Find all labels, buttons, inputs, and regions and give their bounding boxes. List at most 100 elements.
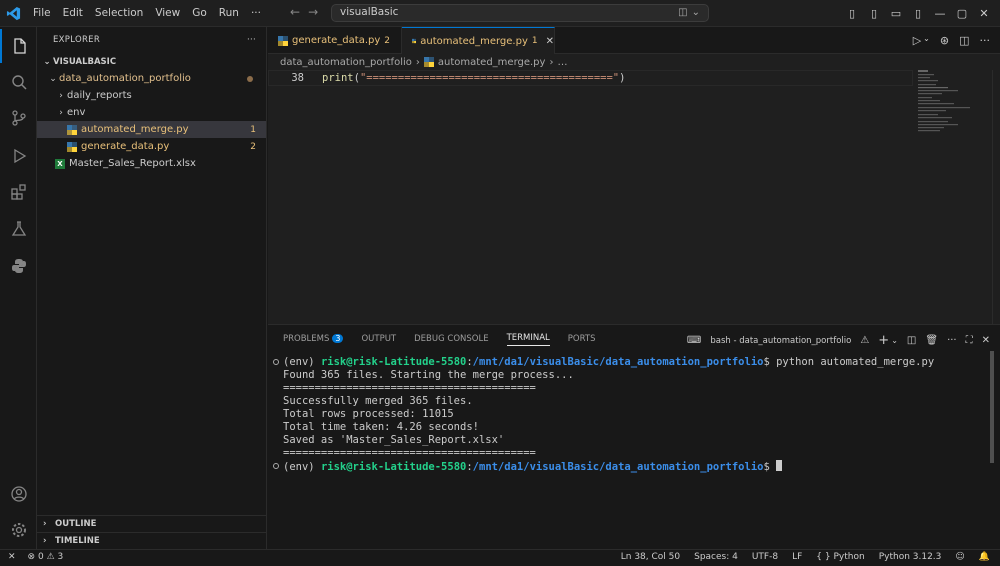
menu-go[interactable]: Go bbox=[186, 7, 213, 19]
chevron-right-icon: › bbox=[43, 536, 47, 546]
terminal-name[interactable]: bash - data_automation_portfolio bbox=[710, 336, 851, 346]
new-terminal-icon[interactable]: + bbox=[878, 333, 889, 348]
breadcrumb-file[interactable]: automated_merge.py bbox=[438, 57, 546, 68]
problems-status[interactable]: ⊗ 0 ⚠ 3 bbox=[28, 552, 64, 562]
command-decoration-icon[interactable] bbox=[273, 463, 279, 469]
command-decoration-icon[interactable] bbox=[273, 359, 279, 365]
terminal-scrollbar[interactable] bbox=[990, 351, 994, 463]
tree-file-master-sales-report[interactable]: X Master_Sales_Report.xlsx bbox=[37, 155, 266, 172]
minimize-icon[interactable]: — bbox=[934, 7, 946, 20]
end-of-line[interactable]: LF bbox=[792, 552, 802, 562]
tree-file-automated-merge[interactable]: automated_merge.py 1 bbox=[37, 121, 266, 138]
warning-icon: ⚠ bbox=[860, 335, 870, 346]
tab-automated-merge[interactable]: automated_merge.py 1 ✕ bbox=[402, 27, 555, 54]
workspace-root[interactable]: ⌄ VISUALBASIC bbox=[37, 53, 266, 70]
terminal-cursor bbox=[776, 460, 783, 471]
problems-count-badge: 3 bbox=[332, 334, 344, 343]
terminal-output-line: Total time taken: 4.26 seconds! bbox=[283, 421, 479, 433]
minimap[interactable] bbox=[914, 70, 992, 140]
encoding[interactable]: UTF-8 bbox=[752, 552, 778, 562]
tree-folder-env[interactable]: › env bbox=[37, 104, 266, 121]
chevron-down-icon[interactable]: ⌄ bbox=[923, 34, 930, 47]
cursor-position[interactable]: Ln 38, Col 50 bbox=[621, 552, 680, 562]
python-file-icon bbox=[67, 141, 77, 152]
toggle-secondary-sidebar-icon[interactable]: ▯ bbox=[912, 7, 924, 20]
chevron-down-icon[interactable]: ⌄ bbox=[891, 336, 898, 345]
close-tab-icon[interactable]: ✕ bbox=[546, 36, 554, 47]
explorer-more-button[interactable]: ··· bbox=[247, 35, 256, 45]
chevron-down-icon: ⌄ bbox=[49, 73, 57, 84]
tab-generate-data[interactable]: generate_data.py 2 bbox=[268, 27, 402, 54]
menu-more[interactable]: ··· bbox=[245, 7, 267, 19]
maximize-icon[interactable]: ▢ bbox=[956, 7, 968, 20]
trash-icon[interactable]: 🗑 bbox=[925, 335, 938, 346]
terminal-output-line: Found 365 files. Starting the merge proc… bbox=[283, 369, 574, 381]
chevron-right-icon: › bbox=[43, 519, 47, 529]
timeline-section[interactable]: › TIMELINE bbox=[37, 532, 267, 549]
python-icon[interactable] bbox=[0, 249, 37, 283]
tree-folder-daily-reports[interactable]: › daily_reports bbox=[37, 87, 266, 104]
breadcrumb-folder[interactable]: data_automation_portfolio bbox=[280, 57, 412, 68]
problem-count-badge: 2 bbox=[250, 141, 256, 152]
indentation[interactable]: Spaces: 4 bbox=[694, 552, 738, 562]
tree-folder-data-automation-portfolio[interactable]: ⌄ data_automation_portfolio bbox=[37, 70, 266, 87]
forward-arrow-icon[interactable]: → bbox=[308, 5, 318, 19]
menu-file[interactable]: File bbox=[27, 7, 57, 19]
toggle-panel-icon[interactable]: ▭ bbox=[890, 7, 902, 20]
line-number: 38 bbox=[291, 72, 304, 84]
extensions-icon[interactable] bbox=[0, 175, 37, 209]
source-control-icon[interactable] bbox=[0, 101, 37, 135]
tab-problems[interactable]: PROBLEMS 3 bbox=[283, 334, 344, 344]
explorer-icon[interactable] bbox=[0, 29, 37, 63]
split-terminal-icon[interactable]: ◫ bbox=[907, 335, 916, 346]
copilot-icon[interactable]: ⊛ bbox=[940, 34, 949, 47]
python-interpreter[interactable]: Python 3.12.3 bbox=[879, 552, 942, 562]
command-center[interactable]: visualBasic ◫ ⌄ bbox=[331, 4, 709, 22]
remote-icon[interactable]: ✕ bbox=[8, 552, 16, 562]
language-mode[interactable]: { } Python bbox=[816, 552, 864, 562]
tab-debug-console[interactable]: DEBUG CONSOLE bbox=[414, 334, 488, 344]
breadcrumb-symbol[interactable]: … bbox=[557, 57, 567, 68]
menu-run[interactable]: Run bbox=[213, 7, 245, 19]
testing-flask-icon[interactable] bbox=[0, 212, 37, 246]
close-panel-icon[interactable]: ✕ bbox=[982, 335, 990, 346]
terminal-output-line: Saved as 'Master_Sales_Report.xlsx' bbox=[283, 434, 505, 446]
editor-tabs: generate_data.py 2 automated_merge.py 1 … bbox=[268, 27, 1000, 54]
tab-ports[interactable]: PORTS bbox=[568, 334, 596, 344]
toggle-layout-icon[interactable]: ▯ bbox=[868, 7, 880, 20]
menu-edit[interactable]: Edit bbox=[57, 7, 89, 19]
run-python-icon[interactable]: ▷ bbox=[913, 34, 921, 47]
copilot-chat-icon[interactable]: ◫ bbox=[678, 7, 687, 18]
run-debug-icon[interactable] bbox=[0, 139, 37, 173]
title-bar: File Edit Selection View Go Run ··· ← → … bbox=[0, 0, 1000, 27]
terminal-output-line: ======================================== bbox=[283, 382, 536, 394]
notifications-bell-icon[interactable]: 🔔 bbox=[979, 552, 990, 562]
back-arrow-icon[interactable]: ← bbox=[290, 5, 300, 19]
code-editor[interactable]: 38 print("==============================… bbox=[268, 70, 1000, 324]
tab-terminal[interactable]: TERMINAL bbox=[506, 333, 550, 346]
account-icon[interactable] bbox=[0, 477, 37, 511]
code-line[interactable]: 38 print("==============================… bbox=[268, 70, 913, 86]
menu-view[interactable]: View bbox=[149, 7, 186, 19]
terminal[interactable]: (env) risk@risk-Latitude-5580:/mnt/da1/v… bbox=[268, 353, 1000, 543]
chevron-down-icon[interactable]: ⌄ bbox=[692, 7, 700, 18]
tree-file-generate-data[interactable]: generate_data.py 2 bbox=[37, 138, 266, 155]
more-actions-icon[interactable]: ··· bbox=[980, 34, 991, 47]
status-bar: ✕ ⊗ 0 ⚠ 3 Ln 38, Col 50 Spaces: 4 UTF-8 … bbox=[0, 549, 1000, 566]
toggle-sidebar-icon[interactable]: ▯ bbox=[846, 7, 858, 20]
terminal-output-line: Total rows processed: 11015 bbox=[283, 408, 454, 420]
warning-icon: ⚠ bbox=[46, 552, 55, 562]
search-icon[interactable] bbox=[0, 65, 37, 99]
split-editor-icon[interactable]: ◫ bbox=[959, 34, 969, 47]
tab-output[interactable]: OUTPUT bbox=[361, 334, 396, 344]
error-icon: ⊗ bbox=[27, 552, 36, 562]
editor-scrollbar[interactable] bbox=[992, 70, 1000, 324]
python-file-icon bbox=[278, 35, 288, 46]
outline-section[interactable]: › OUTLINE bbox=[37, 515, 267, 532]
close-window-icon[interactable]: ✕ bbox=[978, 7, 990, 20]
settings-gear-icon[interactable] bbox=[0, 513, 37, 547]
menu-selection[interactable]: Selection bbox=[89, 7, 149, 19]
more-actions-icon[interactable]: ··· bbox=[947, 335, 957, 346]
copilot-status-icon[interactable]: ☺ bbox=[955, 552, 964, 562]
maximize-panel-icon[interactable]: ⛶ bbox=[966, 335, 973, 346]
